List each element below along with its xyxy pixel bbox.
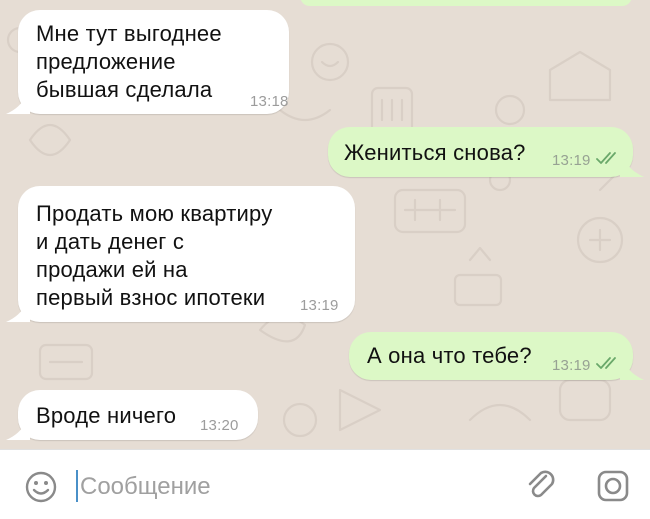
bubble-tail (620, 159, 644, 177)
message-text: Жениться снова? (344, 140, 526, 165)
attach-button[interactable] (524, 468, 560, 504)
bubble-tail (6, 96, 30, 114)
read-receipt-icon (596, 152, 616, 164)
message-bubble-incoming[interactable]: Вроде ничего 13:20 (18, 390, 258, 440)
camera-button[interactable] (596, 469, 630, 503)
paperclip-icon (528, 470, 555, 498)
message-bubble-incoming[interactable]: Мне тут выгоднее предложение бывшая сдел… (18, 10, 289, 114)
bubble-tail (620, 362, 644, 380)
message-time: 13:20 (200, 417, 239, 434)
message-composer: Сообщение (0, 449, 650, 519)
camera-icon (597, 470, 629, 502)
text-cursor (76, 470, 78, 502)
chat-area[interactable]: Мне тут выгоднее предложение бывшая сдел… (0, 0, 650, 449)
previous-message-bubble (300, 0, 632, 6)
bubble-tail (6, 304, 30, 322)
message-text: А она что тебе? (367, 343, 532, 368)
message-time: 13:19 (552, 152, 591, 169)
bubble-tail (6, 422, 30, 440)
message-text: Вроде ничего (36, 403, 177, 428)
message-time: 13:19 (552, 357, 591, 374)
read-receipt-icon (596, 357, 616, 369)
message-bubble-outgoing[interactable]: Жениться снова? 13:19 (328, 127, 633, 177)
emoji-icon (25, 471, 57, 503)
message-time: 13:19 (300, 297, 339, 314)
emoji-button[interactable] (24, 470, 58, 504)
message-input[interactable]: Сообщение (80, 472, 211, 502)
message-time: 13:18 (250, 93, 289, 110)
message-bubble-incoming[interactable]: Продать мою квартиру и дать денег с прод… (18, 186, 355, 322)
message-text: Продать мою квартиру и дать денег с прод… (36, 201, 273, 310)
message-text: Мне тут выгоднее предложение бывшая сдел… (36, 21, 222, 102)
message-bubble-outgoing[interactable]: А она что тебе? 13:19 (349, 332, 633, 380)
